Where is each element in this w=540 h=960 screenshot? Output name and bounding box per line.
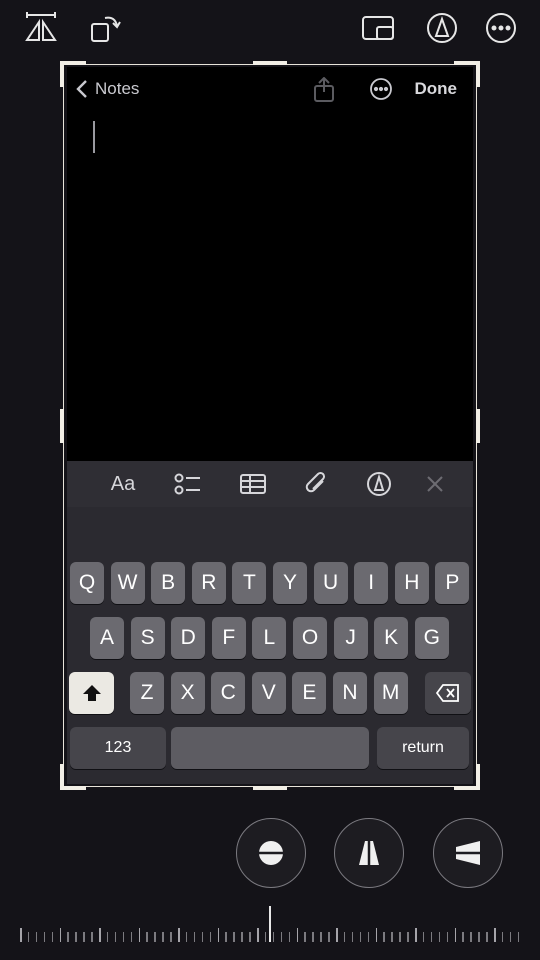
rotate-icon (91, 16, 121, 42)
dial-tick (257, 928, 259, 942)
crop-handle-bottom-left[interactable] (60, 764, 86, 790)
dial-tick (35, 932, 38, 942)
dial-tick (501, 932, 504, 942)
dial-tick (201, 932, 204, 942)
dial-tick (407, 932, 409, 942)
dial-tick (288, 932, 291, 942)
aspect-ratio-button[interactable] (360, 10, 396, 46)
more-button[interactable] (483, 10, 519, 46)
mirror-icon (25, 12, 57, 41)
dial-tick (486, 932, 488, 942)
dial-tick (138, 928, 140, 942)
dial-tick (130, 932, 133, 942)
dial-tick (509, 932, 512, 942)
crop-handle-bottom-right[interactable] (454, 764, 480, 790)
vertical-perspective-icon (359, 839, 379, 867)
dial-tick (162, 932, 164, 942)
markup-pen-icon (427, 13, 457, 43)
dial-tick (146, 932, 148, 942)
crop-handle-top-right[interactable] (454, 61, 480, 87)
dial-tick (99, 928, 101, 942)
dial-tick (272, 932, 275, 942)
dial-tick (454, 928, 456, 942)
dial-tick (415, 928, 417, 942)
horizontal-perspective-icon (454, 841, 482, 865)
dial-tick (359, 932, 362, 942)
dial-tick (446, 932, 449, 942)
crop-handle-top-left[interactable] (60, 61, 86, 87)
dial-tick (51, 932, 54, 942)
dial-tick (225, 932, 227, 942)
dial-tick (343, 932, 346, 942)
dial-tick (178, 928, 180, 942)
dial-tick (304, 932, 306, 942)
straighten-button[interactable] (236, 818, 306, 888)
dial-tick (209, 932, 212, 942)
dial-tick (122, 932, 125, 942)
aspect-ratio-icon (362, 16, 394, 40)
dial-tick (233, 932, 235, 942)
dial-tick (43, 932, 46, 942)
dial-tick (114, 932, 117, 942)
dial-tick (280, 932, 283, 942)
dial-tick (462, 932, 464, 942)
dial-tick (20, 928, 22, 942)
rotate-button[interactable] (87, 10, 123, 46)
dial-tick (241, 932, 243, 942)
dial-tick (154, 932, 156, 942)
markup-button[interactable] (424, 10, 460, 46)
crop-handle-left[interactable] (60, 408, 64, 443)
dial-tick (430, 932, 433, 942)
dial-tick (336, 928, 338, 942)
dial-tick (75, 932, 77, 942)
dial-tick (27, 932, 30, 942)
dial-tick (59, 928, 61, 942)
dial-tick (367, 932, 370, 942)
dial-tick (249, 932, 251, 942)
dial-tick (185, 932, 188, 942)
crop-handle-bottom[interactable] (253, 786, 287, 790)
dial-tick (193, 932, 196, 942)
dial-tick (478, 932, 480, 942)
horizontal-perspective-button[interactable] (433, 818, 503, 888)
dial-tick (422, 932, 425, 942)
adjustment-dial[interactable] (20, 906, 520, 942)
dial-tick (494, 928, 496, 942)
dial-tick (383, 932, 385, 942)
mirror-button[interactable] (23, 10, 59, 46)
dial-tick (399, 932, 401, 942)
dial-center-indicator (269, 906, 271, 942)
dial-tick (312, 932, 314, 942)
dial-tick (391, 932, 393, 942)
vertical-perspective-button[interactable] (334, 818, 404, 888)
straighten-icon (256, 841, 286, 865)
more-icon (486, 13, 516, 43)
dial-tick (83, 932, 85, 942)
dial-tick (438, 932, 441, 942)
dial-tick (351, 932, 354, 942)
dial-tick (67, 932, 69, 942)
dial-tick (91, 932, 93, 942)
dial-tick (320, 932, 322, 942)
crop-frame[interactable] (60, 61, 480, 790)
dial-tick (170, 932, 172, 942)
dial-tick (328, 932, 330, 942)
dial-tick (217, 928, 219, 942)
dial-tick (375, 928, 377, 942)
dial-tick (517, 932, 520, 942)
dial-tick (470, 932, 472, 942)
crop-handle-top[interactable] (253, 61, 287, 65)
dial-tick (264, 932, 267, 942)
crop-handle-right[interactable] (476, 408, 480, 443)
dial-tick (106, 932, 109, 942)
dial-tick (296, 928, 298, 942)
